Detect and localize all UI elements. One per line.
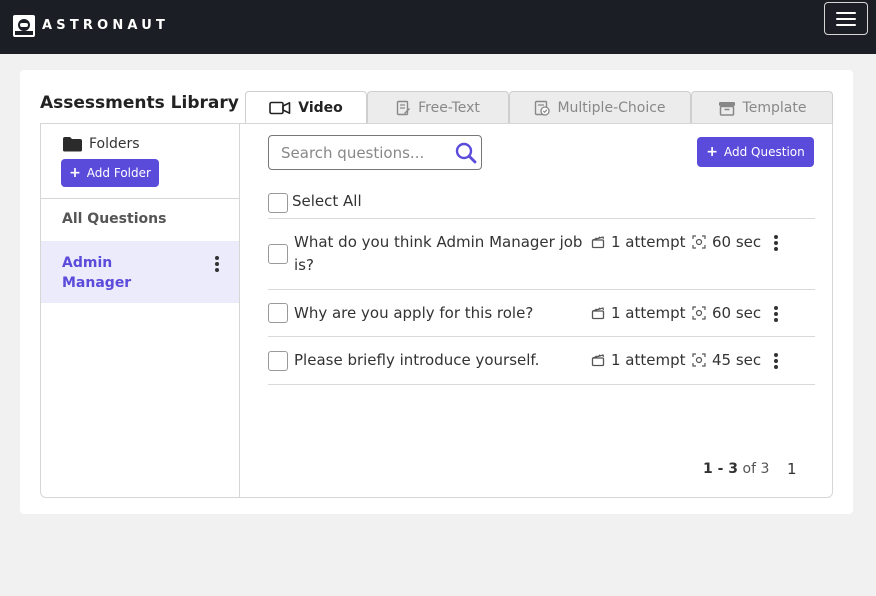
folder-options-icon[interactable]: [213, 256, 221, 272]
sidebar-item-admin-manager[interactable]: Admin Manager: [41, 241, 239, 303]
row-divider: [268, 289, 815, 290]
clapperboard-icon: [591, 307, 605, 320]
folders-label: Folders: [89, 136, 140, 152]
page-title: Assessments Library: [40, 93, 239, 113]
panel-divider: [239, 124, 240, 497]
astronaut-logo-icon: [13, 15, 35, 37]
brand-logo[interactable]: ASTRONAUT: [12, 14, 169, 38]
add-folder-label: Add Folder: [86, 166, 151, 180]
sidebar-divider: [41, 198, 239, 199]
hamburger-icon: [836, 11, 856, 14]
duration-text: 45 sec: [712, 351, 762, 369]
question-duration: 60 sec: [692, 304, 761, 322]
row-divider: [268, 384, 815, 385]
pagination-summary: 1 - 3 of 3: [703, 461, 769, 477]
tab-template-label: Template: [742, 100, 807, 116]
duration-text: 60 sec: [712, 304, 762, 322]
question-checkbox[interactable]: [268, 244, 288, 264]
clapperboard-icon: [591, 236, 605, 249]
question-text[interactable]: What do you think Admin Manager job is?: [294, 231, 586, 277]
question-checkbox[interactable]: [268, 303, 288, 323]
timer-focus-icon: [692, 353, 706, 367]
question-duration: 60 sec: [692, 233, 761, 251]
video-camera-icon: [269, 101, 291, 115]
brand-name: ASTRONAUT: [42, 18, 170, 33]
question-text[interactable]: Please briefly introduce yourself.: [294, 349, 586, 372]
attempts-text: 1 attempt: [611, 351, 686, 369]
pagination-range: 1 - 3: [703, 461, 739, 477]
tab-template[interactable]: Template: [691, 91, 833, 124]
add-question-button[interactable]: + Add Question: [697, 137, 814, 167]
attempts-text: 1 attempt: [611, 304, 686, 322]
question-options-icon[interactable]: [772, 235, 780, 251]
plus-icon: +: [706, 144, 718, 160]
attempts-text: 1 attempt: [611, 233, 686, 251]
question-duration: 45 sec: [692, 351, 761, 369]
box-archive-icon: [718, 101, 735, 116]
add-question-label: Add Question: [724, 145, 805, 159]
search-box: [268, 135, 482, 170]
select-all-checkbox[interactable]: [268, 193, 288, 213]
top-navbar: ASTRONAUT: [0, 0, 876, 54]
question-attempts: 1 attempt: [591, 233, 686, 251]
row-divider: [268, 336, 815, 337]
tab-video[interactable]: Video: [245, 91, 367, 124]
select-all-label: Select All: [292, 192, 362, 210]
add-folder-button[interactable]: + Add Folder: [61, 159, 159, 187]
timer-focus-icon: [692, 306, 706, 320]
tab-free-text[interactable]: Free-Text: [367, 91, 509, 124]
question-attempts: 1 attempt: [591, 351, 686, 369]
question-options-icon[interactable]: [772, 306, 780, 322]
question-checkbox[interactable]: [268, 351, 288, 371]
question-attempts: 1 attempt: [591, 304, 686, 322]
sidebar-item-label: Admin Manager: [62, 255, 132, 291]
pagination-total: of 3: [742, 461, 770, 477]
folder-icon: [63, 137, 82, 152]
tab-multiple-choice[interactable]: Multiple-Choice: [509, 91, 691, 124]
search-input[interactable]: [269, 136, 449, 169]
page-number-button[interactable]: 1: [787, 460, 797, 478]
tab-multiple-choice-label: Multiple-Choice: [557, 100, 666, 116]
question-text[interactable]: Why are you apply for this role?: [294, 302, 586, 325]
document-edit-icon: [396, 100, 411, 116]
clapperboard-icon: [591, 354, 605, 367]
folders-header: Folders: [62, 136, 140, 152]
row-divider: [268, 218, 815, 219]
search-icon[interactable]: [455, 142, 477, 164]
tab-free-text-label: Free-Text: [418, 100, 480, 116]
plus-icon: +: [69, 165, 81, 181]
hamburger-menu-button[interactable]: [824, 2, 868, 35]
tab-video-label: Video: [298, 100, 343, 116]
list-check-icon: [535, 100, 551, 116]
duration-text: 60 sec: [712, 233, 762, 251]
question-options-icon[interactable]: [772, 353, 780, 369]
timer-focus-icon: [692, 235, 706, 249]
sidebar-item-all-questions[interactable]: All Questions: [62, 211, 166, 227]
